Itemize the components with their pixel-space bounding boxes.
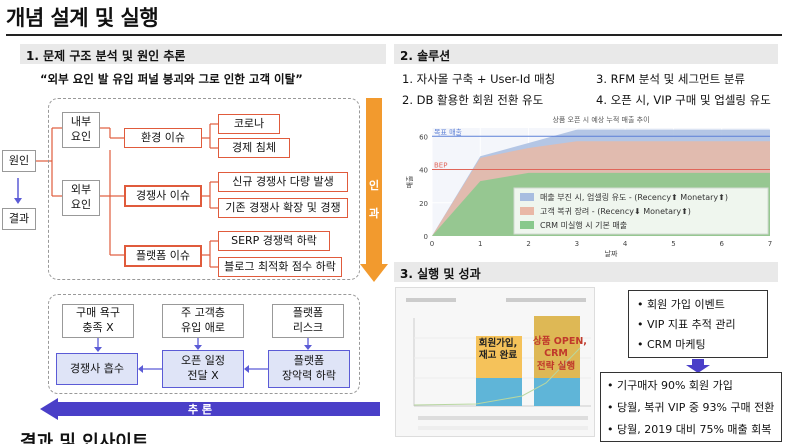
y-tick-label: 0 [424,233,428,241]
y-tick-label: 60 [419,133,428,141]
x-tick-label: 5 [671,240,675,248]
page-title: 개념 설계 및 실행 [6,6,159,30]
leaf-economy: 경제 침체 [218,138,290,158]
bar-label-signup: 회원가입, 재고 완료 [478,338,518,362]
result-label: 결과 [2,208,36,230]
solution-item-3: 3. RFM 분석 및 세그먼트 분류 [596,72,745,86]
inference-arrow-label: 추 론 [187,403,213,416]
x-axis-label: 날짜 [605,249,618,258]
leaf-blog: 블로그 최적화 점수 하락 [218,257,342,277]
leaf-existing-competitor: 기존 경쟁사 확장 및 경쟁 [218,198,348,218]
x-tick-label: 2 [526,240,530,248]
section1-heading: 1. 문제 구조 분석 및 원인 추론 [20,44,386,64]
external-factor: 외부 요인 [62,180,100,216]
leaf-new-competitor: 신규 경쟁사 다량 발생 [218,172,348,192]
legend-label-1: 매출 부진 시, 업셀링 유도 - (Recency⬆ Monetary⬆) [540,192,728,202]
cause-label: 원인 [2,150,36,172]
x-tick-label: 6 [719,240,724,248]
y-axis-label: 매출 [405,175,414,188]
x-tick-label: 3 [575,240,579,248]
solution-item-2: 2. DB 활용한 회원 전환 유도 [402,93,544,107]
results-box: • 기구매자 90% 회원 가입 • 당월, 복귀 VIP 중 93% 구매 전… [600,372,782,442]
bar-label-open: 상품 OPEN, CRM 전략 실행 [533,336,587,372]
leaf-serp: SERP 경쟁력 하락 [218,231,330,251]
legend-label-2: 고객 복귀 장려 - (Recency⬇ Monetary⬆) [540,206,691,216]
legend-swatch-1 [520,193,534,201]
competitor-issue: 경쟁사 이슈 [124,185,202,207]
result-item-1: • 기구매자 90% 회원 가입 [607,379,733,392]
y-tick-label: 20 [419,200,428,208]
solution-item-1: 1. 자사몰 구축 + User-Id 매칭 [402,72,556,86]
x-tick-label: 4 [623,240,628,248]
legend-swatch-3 [520,221,534,229]
section3-heading: 3. 실행 및 성과 [394,262,778,282]
platform-issue: 플랫폼 이슈 [124,245,202,267]
reference-label-1: 목표 매출 [434,127,463,136]
next-section-title: 결과 및 인사이트 [20,432,149,444]
leaf-corona: 코로나 [218,114,280,134]
actions-box: • 회원 가입 이벤트 • VIP 지표 추적 관리 • CRM 마케팅 [628,290,768,358]
forecast-chart: 목표 매출 BEP 0 1 2 3 4 5 6 7 0 20 40 60 상품 오픈 시 예상 누적 매출 … [394,112,780,260]
legend-swatch-2 [520,207,534,215]
result-item-2: • 당월, 복귀 VIP 중 93% 구매 전환 [607,401,775,414]
action-item-1: • 회원 가입 이벤트 [637,298,725,311]
legend-label-3: CRM 미실행 시 기본 매출 [540,220,627,230]
down-arrow-icon [686,359,710,373]
x-tick-label: 0 [430,240,434,248]
title-divider [6,34,782,36]
action-item-3: • CRM 마케팅 [637,338,706,351]
env-issue: 환경 이슈 [124,128,202,148]
x-tick-label: 7 [768,240,772,248]
consequence-connectors [94,338,312,373]
result-item-3: • 당월, 2019 대비 75% 매출 회복 [607,423,772,436]
chart-title: 상품 오픈 시 예상 누적 매출 추이 [552,115,649,124]
section1-quote: “외부 요인 발 유입 퍼널 붕괴와 그로 인한 고객 이탈” [40,72,303,86]
internal-factor: 내부 요인 [62,112,100,148]
reference-label-2: BEP [434,162,447,170]
x-tick-label: 1 [478,240,482,248]
solution-item-4: 4. 오픈 시, VIP 구매 및 업셀링 유도 [596,93,771,107]
y-tick-label: 40 [419,167,428,175]
section2-heading: 2. 솔루션 [394,44,778,64]
induction-arrow-label: 인 과 [368,179,380,220]
action-item-2: • VIP 지표 추적 관리 [637,318,736,331]
